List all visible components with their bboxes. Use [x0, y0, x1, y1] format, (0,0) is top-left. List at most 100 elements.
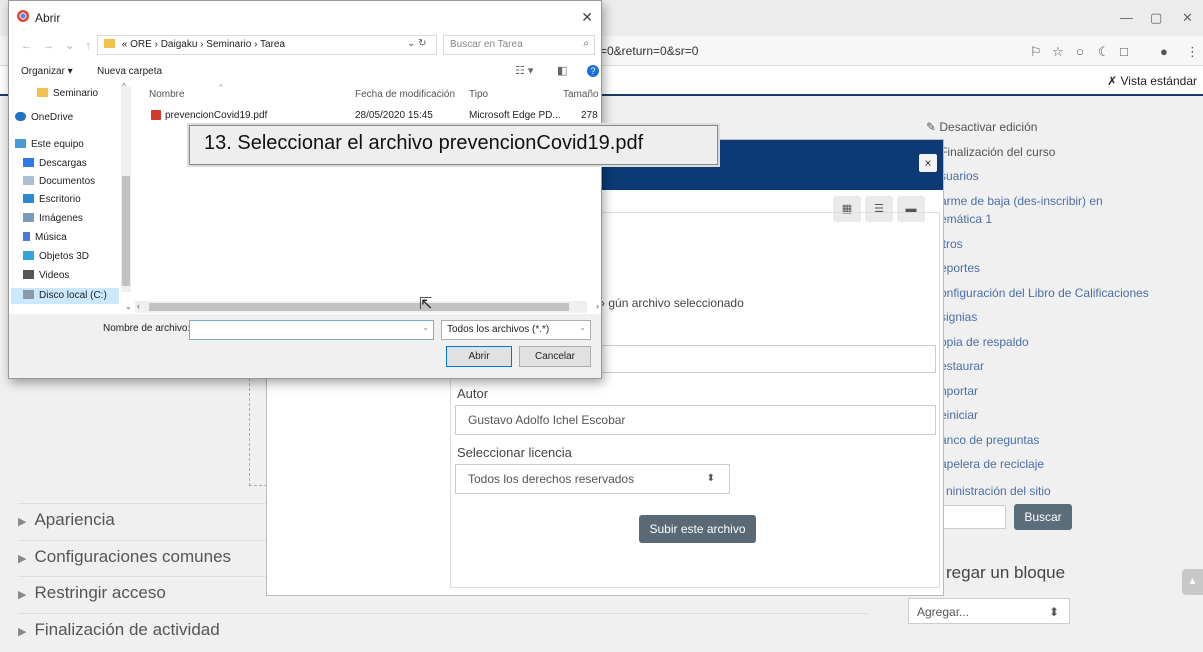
filename-input[interactable]: ⌄ [189, 320, 434, 340]
nav-item-seminario[interactable]: Seminario [37, 88, 98, 99]
nav-item-documentos[interactable]: Documentos [23, 176, 95, 187]
organize-menu[interactable]: Organizar ▾ [21, 66, 73, 77]
license-label: Seleccionar licencia [457, 445, 572, 460]
add-block-select[interactable]: Agregar... ⬍ [908, 598, 1070, 624]
open-button[interactable]: Abrir [446, 346, 512, 367]
section-configuraciones[interactable]: ▶ Configuraciones comunes [18, 547, 231, 584]
nav-item-disco-local[interactable]: Disco local (C:) [23, 290, 107, 301]
help-icon[interactable]: ? [587, 65, 599, 77]
chrome-icon [17, 10, 29, 22]
upload-button[interactable]: Subir este archivo [639, 515, 756, 543]
autor-input[interactable]: Gustavo Adolfo Ichel Escobar [455, 405, 936, 435]
admin-item[interactable]: estaurar [926, 359, 1149, 384]
admin-item[interactable]: suarios [926, 169, 1149, 194]
filename-label: Nombre de archivo: [103, 323, 191, 334]
chevron-down-icon[interactable]: ⌄ [422, 323, 429, 332]
scrollbar-thumb[interactable] [122, 176, 130, 286]
extension-icon[interactable]: □ [1120, 44, 1128, 59]
admin-item[interactable]: ✎ Desactivar edición [926, 120, 1149, 145]
dialog-titlebar: Abrir ✕ [9, 1, 601, 35]
file-list-header: ^ Nombre Fecha de modificación Tipo Tama… [135, 83, 601, 105]
search-button[interactable]: Buscar [1014, 504, 1072, 530]
maximize-icon[interactable]: ▢ [1150, 10, 1162, 26]
scroll-top-button[interactable]: ▲ [1182, 569, 1203, 595]
folder-icon [37, 88, 48, 97]
tutorial-annotation: 13. Seleccionar el archivo prevencionCov… [189, 125, 718, 165]
video-icon [23, 270, 34, 279]
nav-item-escritorio[interactable]: Escritorio [23, 194, 81, 205]
view-toggle[interactable]: ✗ Vista estándar [1107, 74, 1197, 88]
dialog-toolbar: Organizar ▾ Nueva carpeta ☷ ▾ ◧ ? [9, 61, 601, 83]
admin-item[interactable]: onfiguración del Libro de Calificaciones [926, 286, 1149, 311]
select-arrow-icon: ⬍ [1048, 605, 1059, 619]
caret-right-icon: ▶ [18, 552, 27, 565]
license-select[interactable]: Todos los derechos reservados ⬍ [455, 464, 730, 494]
search-input[interactable]: Buscar en Tarea ⌕ [443, 35, 595, 55]
scroll-left-icon[interactable]: ‹ [137, 301, 140, 311]
filetype-select[interactable]: Todos los archivos (*.*) ⌄ [441, 320, 591, 340]
file-list-scrollbar[interactable]: ‹ › [135, 301, 599, 313]
section-restringir[interactable]: ▶ Restringir acceso [18, 583, 231, 620]
new-folder-button[interactable]: Nueva carpeta [97, 66, 162, 77]
no-file-text: › gún archivo seleccionado [601, 296, 744, 310]
cloud-icon [15, 112, 26, 121]
star-icon[interactable]: ☆ [1052, 44, 1064, 60]
minimize-icon[interactable]: — [1120, 10, 1133, 25]
file-row[interactable]: prevencionCovid19.pdf 28/05/2020 15:45 M… [135, 107, 601, 125]
sort-icon: ^ [219, 83, 223, 92]
cancel-button[interactable]: Cancelar [519, 346, 591, 367]
preview-pane-icon[interactable]: ◧ [557, 64, 567, 77]
admin-item[interactable]: opia de respaldo [926, 335, 1149, 360]
pdf-icon [151, 110, 161, 120]
nav-scrollbar[interactable]: ^ [121, 82, 131, 292]
nav-item-descargas[interactable]: Descargas [23, 158, 87, 169]
dialog-navbar: ← → ⌄ ↑ « ORE › Daigaku › Seminario › Ta… [9, 35, 601, 57]
music-icon [23, 232, 30, 241]
extension-icon[interactable]: ☾ [1098, 44, 1110, 60]
admin-item[interactable]: signias [926, 310, 1149, 335]
select-arrow-icon: ⬍ [706, 473, 715, 484]
admin-item[interactable]: apelera de reciclaje [926, 457, 1149, 482]
admin-item[interactable]: emática 1 [926, 212, 1149, 237]
close-icon[interactable]: × [919, 154, 937, 172]
folder-icon [104, 39, 115, 48]
column-type[interactable]: Tipo [469, 89, 488, 100]
section-finalizacion[interactable]: ▶ Finalización de actividad [18, 620, 231, 652]
breadcrumb[interactable]: « ORE › Daigaku › Seminario › Tarea [97, 35, 437, 55]
admin-item[interactable]: anco de preguntas [926, 433, 1149, 458]
dialog-footer: Nombre de archivo: ⌄ Todos los archivos … [9, 314, 601, 378]
admin-item[interactable]: ltros [926, 237, 1149, 262]
admin-item[interactable]: einiciar [926, 408, 1149, 433]
refresh-icon[interactable]: ⌄ ↻ [407, 38, 427, 49]
admin-item[interactable]: nportar [926, 384, 1149, 409]
nav-item-objetos-3d[interactable]: Objetos 3D [23, 251, 89, 262]
nav-item-imagenes[interactable]: Imágenes [23, 213, 83, 224]
menu-icon[interactable]: ⋮ [1186, 44, 1199, 60]
translate-icon[interactable]: ⚐ [1030, 44, 1042, 60]
admin-item[interactable]: ⚙ Finalización del curso [926, 145, 1149, 170]
scroll-right-icon[interactable]: › [596, 301, 599, 311]
column-name[interactable]: Nombre [149, 89, 185, 100]
column-date[interactable]: Fecha de modificación [355, 89, 455, 100]
nav-arrows-icon[interactable]: ← → ⌄ ↑ [21, 39, 95, 52]
nav-item-onedrive[interactable]: OneDrive [15, 112, 73, 123]
scrollbar-thumb[interactable] [149, 303, 569, 311]
site-admin-link[interactable]: ninistración del sitio [946, 484, 1051, 498]
chevron-down-icon: ⌄ [579, 323, 586, 332]
search-icon: ⌕ [583, 38, 589, 49]
window-close-icon[interactable]: ✕ [1182, 10, 1193, 26]
extension-icon[interactable]: ○ [1076, 44, 1084, 59]
close-icon[interactable]: ✕ [581, 9, 593, 26]
nav-item-videos[interactable]: Videos [23, 270, 69, 281]
admin-item[interactable]: eportes [926, 261, 1149, 286]
nav-item-este-equipo[interactable]: Este equipo [15, 139, 84, 150]
caret-right-icon: ▶ [18, 625, 27, 638]
profile-icon[interactable]: ● [1160, 44, 1168, 59]
nav-item-musica[interactable]: Música [23, 232, 67, 243]
scroll-down-icon[interactable]: ⌄ [125, 302, 132, 311]
open-file-dialog: Abrir ✕ ← → ⌄ ↑ « ORE › Daigaku › Semina… [8, 0, 602, 379]
view-options-icon[interactable]: ☷ ▾ [515, 64, 533, 77]
scroll-up-icon[interactable]: ^ [122, 82, 126, 91]
column-size[interactable]: Tamaño [563, 89, 599, 100]
section-apariencia[interactable]: ▶ Apariencia [18, 510, 231, 547]
